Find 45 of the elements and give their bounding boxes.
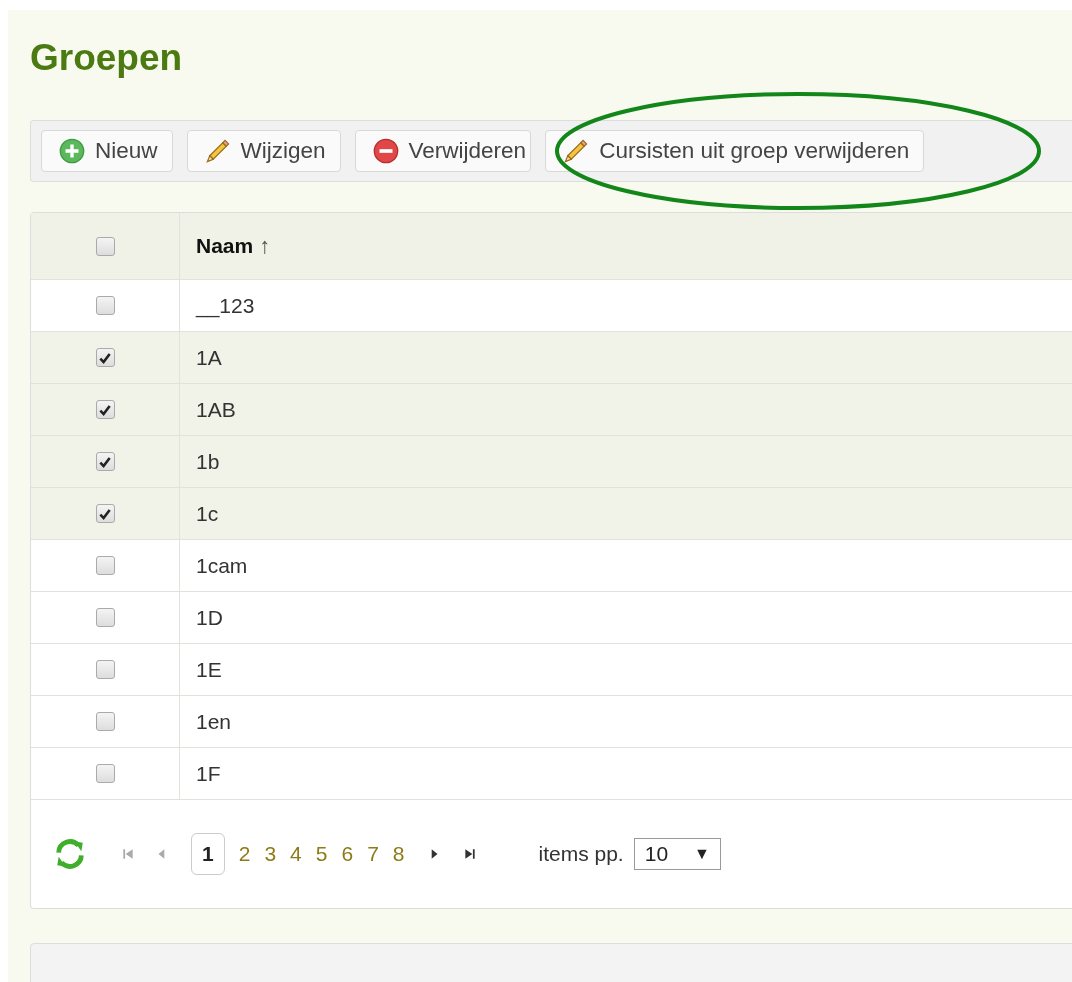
- row-checkbox[interactable]: [95, 400, 115, 419]
- minus-icon: [372, 138, 399, 164]
- table-cell: 1cam: [196, 553, 248, 578]
- items-per-page-label: items pp.: [538, 842, 624, 866]
- row-checkbox[interactable]: [95, 452, 115, 471]
- page-link[interactable]: 1: [191, 833, 225, 875]
- page-title: Groepen: [30, 36, 184, 80]
- last-page-icon[interactable]: [462, 847, 477, 861]
- table-cell: 1F: [196, 761, 221, 786]
- row-checkbox[interactable]: [95, 764, 115, 783]
- plus-icon: [59, 138, 85, 164]
- column-header[interactable]: Naam: [196, 234, 254, 258]
- table-cell: 1b: [196, 449, 220, 474]
- table-cell: 1c: [196, 501, 219, 526]
- select-all-checkbox[interactable]: [95, 236, 115, 256]
- table-cell: __123: [196, 293, 255, 318]
- page-link[interactable]: 2: [238, 842, 251, 866]
- row-checkbox[interactable]: [95, 556, 115, 575]
- table-cell: 1AB: [196, 397, 236, 422]
- row-checkbox[interactable]: [95, 296, 115, 315]
- table-cell: 1A: [196, 345, 222, 370]
- refresh-icon[interactable]: [53, 837, 87, 871]
- page-link[interactable]: 5: [315, 842, 328, 866]
- row-checkbox[interactable]: [95, 608, 115, 627]
- pencil-icon: [204, 138, 231, 164]
- row-checkbox[interactable]: [95, 348, 115, 367]
- items-per-page-dropdown[interactable]: 10 ▼: [633, 838, 721, 870]
- toolbar-button[interactable]: Nieuw: [41, 130, 173, 172]
- page-link[interactable]: 3: [264, 842, 277, 866]
- pencil-icon: [563, 138, 590, 164]
- page-link[interactable]: 6: [341, 842, 354, 866]
- row-checkbox[interactable]: [95, 504, 115, 523]
- table-cell: 1en: [196, 709, 232, 734]
- page-link[interactable]: 7: [367, 842, 379, 866]
- page-link[interactable]: 4: [290, 842, 302, 866]
- table-cell: 1E: [196, 657, 222, 682]
- row-checkbox[interactable]: [95, 660, 115, 679]
- page-link[interactable]: 8: [392, 842, 405, 866]
- toolbar-button[interactable]: Wijzigen: [186, 130, 341, 172]
- row-checkbox[interactable]: [95, 712, 115, 731]
- toolbar-button[interactable]: Cursisten uit groep verwijderen: [545, 130, 925, 172]
- sort-arrow: ↑: [259, 233, 271, 259]
- first-page-icon[interactable]: [121, 847, 135, 861]
- table-cell: 1D: [196, 605, 223, 630]
- toolbar-button[interactable]: Verwijderen: [354, 130, 532, 172]
